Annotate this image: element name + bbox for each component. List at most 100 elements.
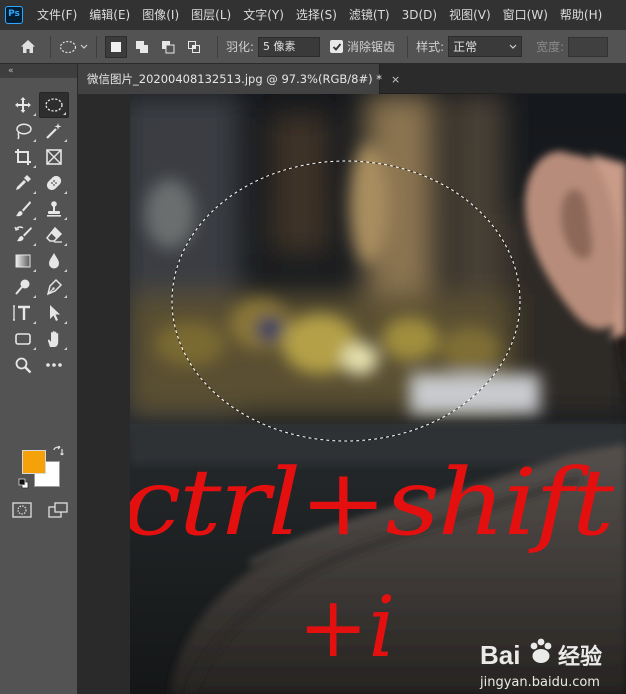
rectangle-tool-icon xyxy=(15,333,31,345)
dodge-tool-icon xyxy=(15,279,30,295)
menu-edit[interactable]: 编辑(E) xyxy=(83,0,136,30)
menu-3d[interactable]: 3D(D) xyxy=(396,0,443,30)
elliptical-marquee-tool-button[interactable] xyxy=(39,92,69,118)
menu-layer[interactable]: 图层(L) xyxy=(185,0,237,30)
menu-filter[interactable]: 滤镜(T) xyxy=(343,0,396,30)
photo-image: ctrl+shift +i Bai 经验 jingyan.baidu.com xyxy=(130,94,626,694)
magic-wand-tool-icon xyxy=(46,123,62,139)
menu-type[interactable]: 文字(Y) xyxy=(237,0,290,30)
eraser-tool-button[interactable] xyxy=(39,222,69,248)
gradient-tool-button[interactable] xyxy=(8,248,38,274)
menu-window[interactable]: 窗口(W) xyxy=(497,0,554,30)
default-colors-icon[interactable] xyxy=(18,478,29,489)
type-tool-icon xyxy=(13,305,30,321)
healing-brush-tool-button[interactable] xyxy=(39,170,69,196)
hand-tool-button[interactable] xyxy=(39,326,69,352)
menu-bar: Ps 文件(F) 编辑(E) 图像(I) 图层(L) 文字(Y) 选择(S) 滤… xyxy=(0,0,626,30)
home-button[interactable] xyxy=(14,35,42,59)
history-brush-tool-button[interactable] xyxy=(8,222,38,248)
style-select[interactable]: 正常 xyxy=(448,36,523,57)
more-tools-icon xyxy=(46,363,62,367)
menu-image[interactable]: 图像(I) xyxy=(136,0,185,30)
svg-text:经验: 经验 xyxy=(558,644,602,670)
add-to-selection-button[interactable] xyxy=(131,36,153,58)
separator xyxy=(96,35,97,58)
brush-tool-icon xyxy=(16,201,31,217)
frame-tool-button[interactable] xyxy=(39,144,69,170)
eraser-tool-icon xyxy=(45,226,63,243)
collapse-panel-button[interactable]: « xyxy=(8,66,14,76)
blur-tool-button[interactable] xyxy=(39,248,69,274)
close-tab-icon[interactable]: × xyxy=(391,73,400,86)
width-label: 宽度: xyxy=(536,40,565,54)
handwritten-shortcut-annotation-line2: +i xyxy=(298,578,395,676)
separator xyxy=(50,35,51,58)
chevron-down-icon xyxy=(509,44,517,49)
antialias-checkbox[interactable] xyxy=(330,40,344,53)
document-tab-title: 微信图片_20200408132513.jpg @ 97.3%(RGB/8#) … xyxy=(87,72,382,86)
history-brush-tool-icon xyxy=(14,226,32,242)
swap-colors-icon[interactable] xyxy=(52,446,64,458)
pen-tool-button[interactable] xyxy=(39,274,69,300)
document-tab-bar: 微信图片_20200408132513.jpg @ 97.3%(RGB/8#) … xyxy=(78,64,626,94)
elliptical-marquee-tool-icon xyxy=(45,98,63,112)
new-selection-button[interactable] xyxy=(105,35,127,58)
menu-view[interactable]: 视图(V) xyxy=(443,0,497,30)
ellipse-marquee-icon xyxy=(59,40,77,53)
image-canvas[interactable]: ctrl+shift +i Bai 经验 jingyan.baidu.com xyxy=(130,94,626,694)
feather-label: 羽化: xyxy=(226,40,255,54)
intersect-selection-icon xyxy=(188,40,200,53)
path-selection-tool-button[interactable] xyxy=(39,300,69,326)
tool-grid xyxy=(8,92,70,378)
canvas-viewport[interactable]: ctrl+shift +i Bai 经验 jingyan.baidu.com xyxy=(78,94,626,694)
magic-wand-tool-button[interactable] xyxy=(39,118,69,144)
screen-mode-icon[interactable] xyxy=(48,502,68,518)
menu-help[interactable]: 帮助(H) xyxy=(554,0,608,30)
zoom-tool-button[interactable] xyxy=(8,352,38,378)
brush-tool-button[interactable] xyxy=(8,196,38,222)
options-bar: 羽化: 5 像素 消除锯齿 样式: 正常 宽度: xyxy=(0,30,626,64)
subtract-from-selection-button[interactable] xyxy=(157,36,179,58)
zoom-tool-icon xyxy=(15,357,32,374)
rectangle-tool-button[interactable] xyxy=(8,326,38,352)
feather-input[interactable]: 5 像素 xyxy=(258,36,321,57)
foreground-color-swatch[interactable] xyxy=(22,450,46,474)
gradient-tool-icon xyxy=(15,254,31,268)
eyedropper-tool-icon xyxy=(16,175,31,190)
mode-row xyxy=(12,502,68,518)
svg-text:Bai: Bai xyxy=(480,640,520,670)
move-tool-button[interactable] xyxy=(8,92,38,118)
style-select-value: 正常 xyxy=(453,40,478,54)
home-icon xyxy=(21,40,35,53)
blur-tool-icon xyxy=(49,253,59,269)
style-label: 样式: xyxy=(416,40,445,54)
clone-stamp-tool-icon xyxy=(47,201,61,217)
eyedropper-tool-button[interactable] xyxy=(8,170,38,196)
photoshop-logo[interactable]: Ps xyxy=(5,6,23,24)
quick-mask-icon[interactable] xyxy=(12,502,32,518)
document-tab[interactable]: 微信图片_20200408132513.jpg @ 97.3%(RGB/8#) … xyxy=(78,64,400,94)
clone-stamp-tool-button[interactable] xyxy=(39,196,69,222)
pen-tool-icon xyxy=(46,278,63,296)
lasso-tool-icon xyxy=(16,123,32,140)
svg-text:jingyan.baidu.com: jingyan.baidu.com xyxy=(479,675,600,690)
separator xyxy=(217,35,218,58)
crop-tool-button[interactable] xyxy=(8,144,38,170)
tool-preset-picker[interactable] xyxy=(59,40,88,54)
subtract-selection-icon xyxy=(162,40,175,53)
width-input[interactable] xyxy=(568,36,609,57)
type-tool-button[interactable] xyxy=(8,300,38,326)
intersect-selection-button[interactable] xyxy=(183,36,205,58)
separator xyxy=(407,35,409,58)
path-selection-tool-icon xyxy=(50,305,60,321)
lasso-tool-button[interactable] xyxy=(8,118,38,144)
crop-tool-icon xyxy=(15,149,31,165)
toolbox-header: « xyxy=(0,64,77,78)
menu-select[interactable]: 选择(S) xyxy=(290,0,343,30)
more-tools-button[interactable] xyxy=(39,352,69,378)
dodge-tool-button[interactable] xyxy=(8,274,38,300)
handwritten-shortcut-annotation: ctrl+shift xyxy=(130,449,615,556)
healing-brush-tool-icon xyxy=(46,175,62,191)
menu-file[interactable]: 文件(F) xyxy=(31,0,83,30)
checkmark-icon xyxy=(332,42,341,51)
